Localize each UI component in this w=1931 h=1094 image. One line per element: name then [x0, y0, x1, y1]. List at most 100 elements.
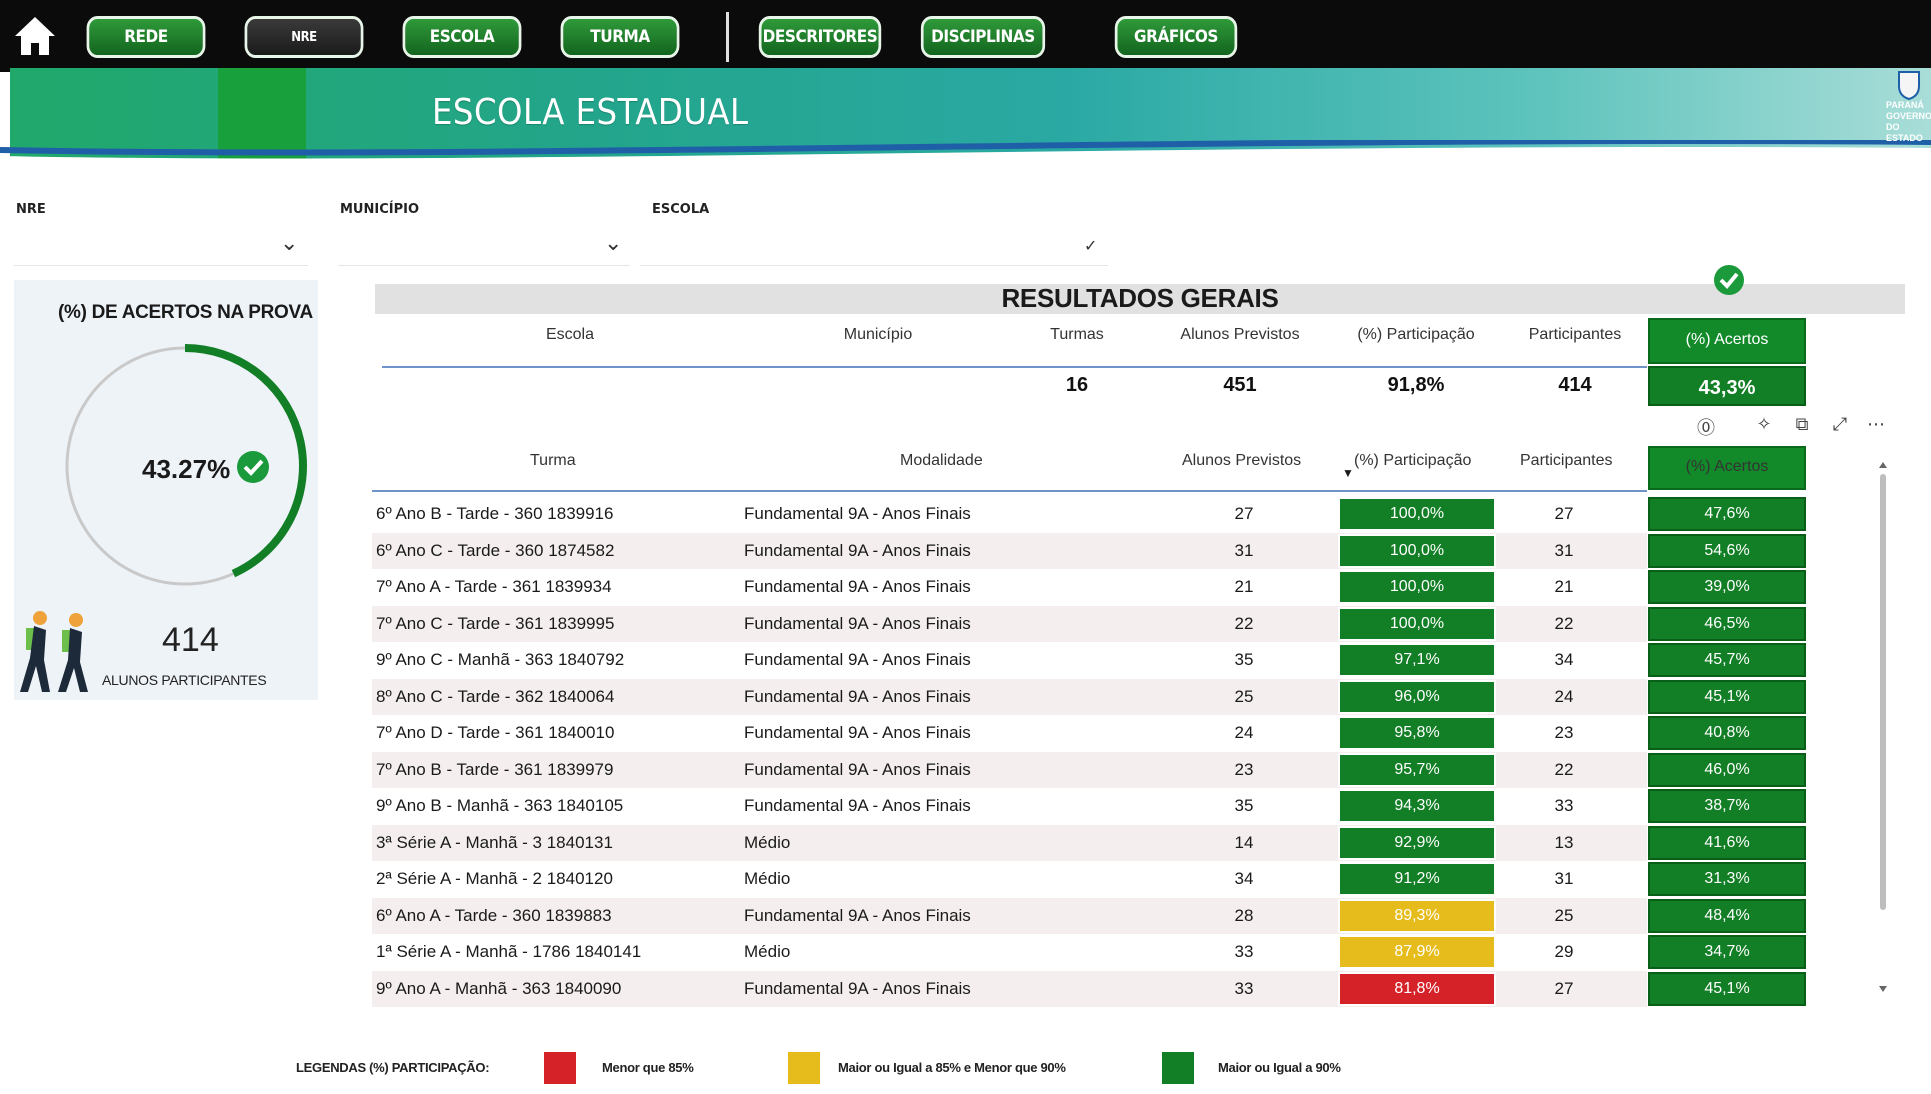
cell-participacao: 95,7%	[1338, 752, 1496, 787]
participants-label: ALUNOS PARTICIPANTES	[102, 672, 267, 688]
cell-participacao: 100,0%	[1338, 533, 1496, 568]
nav-disciplinas-button[interactable]: DISCIPLINAS	[920, 16, 1046, 58]
nav-rede-button[interactable]: REDE	[86, 16, 206, 58]
legend-swatch-green	[1162, 1052, 1194, 1084]
summary-header-municipio: Município	[843, 326, 913, 343]
cell-turma: 3ª Série A - Manhã - 3 1840131	[376, 832, 613, 852]
nav-separator	[726, 12, 729, 62]
detail-header-acertos[interactable]: (%) Acertos	[1648, 446, 1806, 490]
cell-turma: 1ª Série A - Manhã - 1786 1840141	[376, 942, 642, 961]
summary-participantes-value: 414	[1558, 374, 1592, 396]
legend-title: LEGENDAS (%) PARTICIPAÇÃO:	[296, 1060, 490, 1075]
cell-alunos-previstos: 23	[1234, 759, 1254, 779]
students-icon	[20, 611, 88, 692]
cell-acertos: 46,0%	[1648, 752, 1806, 787]
table-row[interactable]: 7º Ano A - Tarde - 361 1839934 Fundamenta…	[372, 569, 1806, 605]
nav-nre-button[interactable]: NRE	[244, 16, 364, 58]
filter-municipio-dropdown[interactable]	[338, 226, 630, 266]
cell-alunos-previstos: 27	[1234, 504, 1254, 523]
cell-participantes: 27	[1554, 978, 1574, 998]
table-row[interactable]: 6º Ano B - Tarde - 360 1839916 Fundamenta…	[372, 496, 1806, 532]
cell-participantes: 22	[1554, 759, 1574, 779]
filter-nre-dropdown[interactable]	[14, 226, 308, 266]
legend-label-red: Menor que 85%	[602, 1060, 694, 1075]
detail-header-turma[interactable]: Turma	[530, 452, 576, 470]
cell-turma: 7º Ano B - Tarde - 361 1839979	[376, 759, 614, 779]
table-row[interactable]: 6º Ano A - Tarde - 360 1839883 Fundamenta…	[372, 897, 1806, 934]
table-row[interactable]: 3ª Série A - Manhã - 3 1840131 Médio 14 92,…	[372, 824, 1806, 861]
filter-escola-dropdown[interactable]	[640, 226, 1108, 266]
summary-acertos-value: 43,3%	[1648, 366, 1806, 406]
cell-alunos-previstos: 25	[1234, 686, 1254, 706]
nav-escola-button[interactable]: ESCOLA	[402, 16, 522, 58]
cell-turma: 7º Ano C - Tarde - 361 1839995	[376, 613, 615, 633]
cell-alunos-previstos: 31	[1234, 540, 1254, 560]
cell-turma: 8º Ano C - Tarde - 362 1840064	[376, 686, 615, 706]
cell-participantes: 21	[1554, 577, 1574, 596]
cell-modalidade: Fundamental 9A - Anos Finais	[744, 613, 971, 633]
cell-modalidade: Fundamental 9A - Anos Finais	[744, 723, 971, 742]
cell-participacao: 97,1%	[1338, 643, 1496, 677]
table-row[interactable]: 7º Ano B - Tarde - 361 1839979 Fundamenta…	[372, 751, 1806, 788]
summary-turmas-value: 16	[1065, 374, 1089, 396]
summary-previstos-value: 451	[1223, 374, 1257, 396]
nav-descritores-button[interactable]: DESCRITORES	[758, 16, 882, 58]
detail-header-previstos[interactable]: Alunos Previstos	[1182, 452, 1301, 470]
home-icon[interactable]	[12, 14, 58, 58]
cell-participacao: 87,9%	[1338, 935, 1496, 969]
cell-acertos: 54,6%	[1648, 533, 1806, 568]
table-row[interactable]: 2ª Série A - Manhã - 2 1840120 Médio 34 91,…	[372, 861, 1806, 897]
copy-icon[interactable]: ⧉	[1790, 414, 1814, 438]
detail-header-modalidade[interactable]: Modalidade	[900, 452, 983, 470]
table-row[interactable]: 7º Ano D - Tarde - 361 1840010 Fundamenta…	[372, 715, 1806, 751]
cell-acertos: 45,7%	[1648, 643, 1806, 677]
table-row[interactable]: 9º Ano C - Manhã - 363 1840792 Fundamenta…	[372, 642, 1806, 678]
cell-modalidade: Fundamental 9A - Anos Finais	[744, 796, 971, 815]
cell-modalidade: Fundamental 9A - Anos Finais	[744, 686, 971, 706]
cell-participacao: 91,2%	[1338, 862, 1496, 896]
detail-header-participacao[interactable]: (%) Participação	[1354, 452, 1471, 470]
government-logo-text: PARANÁ GOVERNO DO ESTADO	[1886, 100, 1931, 143]
filter-escola-label: ESCOLA	[652, 202, 710, 217]
help-icon[interactable]: ⓪	[1694, 414, 1718, 438]
cell-alunos-previstos: 34	[1234, 869, 1254, 888]
check-icon[interactable]: ✓	[1084, 236, 1097, 256]
cell-alunos-previstos: 35	[1234, 796, 1254, 815]
nav-turma-button[interactable]: TURMA	[560, 16, 680, 58]
chevron-down-icon[interactable]: ⌄	[280, 230, 298, 256]
cell-turma: 7º Ano D - Tarde - 361 1840010	[376, 723, 615, 742]
summary-header-acertos: (%) Acertos	[1648, 318, 1806, 364]
cell-participacao: 100,0%	[1338, 497, 1496, 531]
cell-participantes: 31	[1554, 869, 1574, 888]
focus-mode-icon[interactable]: ⤢	[1828, 414, 1852, 438]
cell-acertos: 46,5%	[1648, 606, 1806, 641]
table-row[interactable]: 8º Ano C - Tarde - 362 1840064 Fundamenta…	[372, 678, 1806, 715]
pin-icon[interactable]: ✧	[1752, 414, 1776, 438]
sort-desc-icon[interactable]: ▼	[1342, 466, 1354, 480]
cell-participantes: 27	[1554, 504, 1574, 523]
table-row[interactable]: 9º Ano A - Manhã - 363 1840090 Fundamenta…	[372, 970, 1806, 1007]
cell-acertos: 48,4%	[1648, 898, 1806, 933]
legend-label-yellow: Maior ou Igual a 85% e Menor que 90%	[838, 1060, 1066, 1075]
table-row[interactable]: 1ª Série A - Manhã - 1786 1840141 Médio 33…	[372, 934, 1806, 970]
cell-participacao: 92,9%	[1338, 825, 1496, 860]
cell-participantes: 23	[1554, 723, 1574, 742]
cell-turma: 7º Ano A - Tarde - 361 1839934	[376, 577, 612, 596]
cell-modalidade: Fundamental 9A - Anos Finais	[744, 504, 971, 523]
chevron-down-icon[interactable]: ⌄	[604, 230, 622, 256]
table-scrollbar[interactable]	[1878, 460, 1888, 996]
cell-modalidade: Médio	[744, 942, 791, 961]
summary-header-turmas: Turmas	[1050, 326, 1104, 343]
cell-acertos: 47,6%	[1648, 497, 1806, 531]
more-options-icon[interactable]: ⋯	[1864, 414, 1888, 438]
cell-participacao: 100,0%	[1338, 606, 1496, 641]
table-row[interactable]: 9º Ano B - Manhã - 363 1840105 Fundamenta…	[372, 788, 1806, 824]
table-row[interactable]: 7º Ano C - Tarde - 361 1839995 Fundamenta…	[372, 605, 1806, 642]
table-row[interactable]: 6º Ano C - Tarde - 360 1874582 Fundamenta…	[372, 532, 1806, 569]
banner-wave	[0, 140, 1931, 180]
cell-participantes: 22	[1554, 613, 1574, 633]
detail-header-participantes[interactable]: Participantes	[1520, 452, 1613, 470]
nav-graficos-button[interactable]: GRÁFICOS	[1114, 16, 1238, 58]
legend-swatch-yellow	[788, 1052, 820, 1084]
cell-participacao: 95,8%	[1338, 716, 1496, 750]
